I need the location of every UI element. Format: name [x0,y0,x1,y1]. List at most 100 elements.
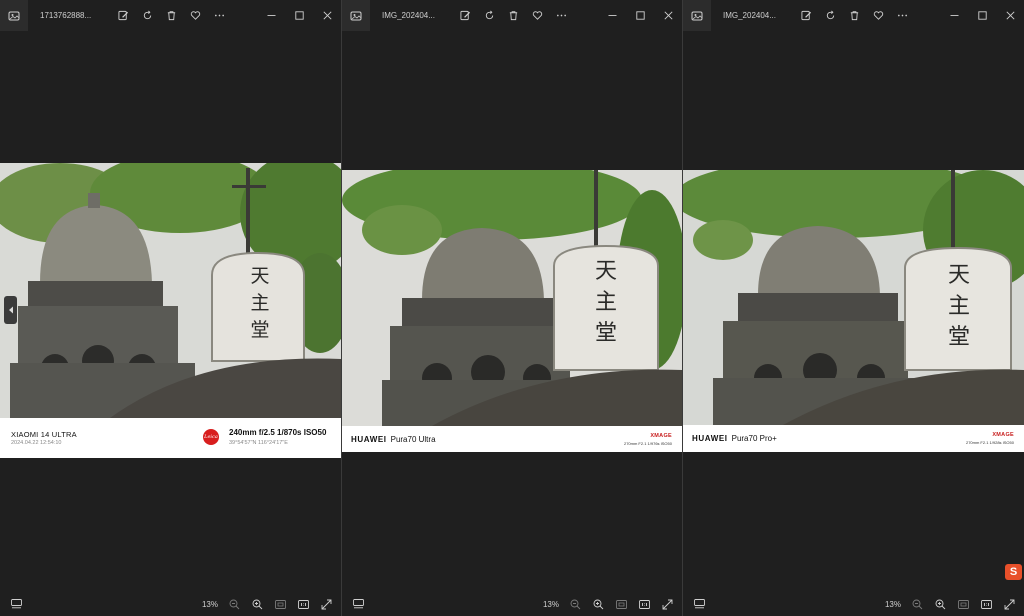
brand-name: HUAWEI [692,434,728,443]
fit-to-window-icon [615,599,627,609]
photo-viewer-window-1: 1713762888... 天主堂 XIAOMI 14 ULTRA 2024.0… [0,0,341,616]
fullscreen-button[interactable] [1002,597,1016,611]
minimize-icon [608,15,616,16]
sign-text: 天主堂 [594,259,617,346]
window-title: IMG_202404... [723,11,776,20]
close-button[interactable] [654,6,682,26]
favorite-button[interactable] [530,8,545,23]
fit-to-window-button[interactable] [614,597,628,611]
maximize-button[interactable] [968,6,996,26]
zoom-out-icon [912,599,922,609]
heart-icon [873,11,884,20]
fullscreen-icon [321,599,331,609]
title-bar[interactable]: 1713762888... [0,0,341,31]
maximize-icon [635,11,645,20]
delete-button[interactable] [847,8,862,23]
rotate-icon [485,10,494,20]
zoom-in-icon [935,599,945,609]
zoom-level[interactable]: 13% [885,600,901,609]
more-icon [557,14,566,17]
close-icon [1005,11,1015,20]
rotate-button[interactable] [823,8,838,23]
favorite-button[interactable] [188,8,203,23]
sign-text: 天主堂 [250,265,270,341]
trash-icon [509,11,518,21]
zoom-in-button[interactable] [933,597,947,611]
photo-viewer-window-3: IMG_202404... 天主堂 HUAWEI Pura70 Pro+ XMA… [683,0,1024,616]
trash-icon [850,11,859,21]
photos-app-icon [683,0,711,31]
xmage-logo: XMAGE [650,433,672,439]
edit-image-icon [801,10,812,21]
delete-button[interactable] [506,8,521,23]
more-button[interactable] [895,8,910,23]
photo-viewer-window-2: IMG_202404... 天主堂 HUAWEI Pura70 Ultra XM… [342,0,682,616]
maximize-icon [977,11,987,20]
photo-image: 天主堂 [0,163,341,418]
zoom-out-button[interactable] [568,597,582,611]
more-button[interactable] [554,8,569,23]
camera-brand: HUAWEI Pura70 Ultra [351,435,436,444]
title-bar[interactable]: IMG_202404... [683,0,1024,31]
actual-size-button[interactable] [296,597,310,611]
rotate-button[interactable] [482,8,497,23]
exif-info: 240mm f/2.5 1/870s ISO50 [229,428,327,437]
close-icon [663,11,673,20]
zoom-out-icon [229,599,239,609]
close-button[interactable] [996,6,1024,26]
favorite-button[interactable] [871,8,886,23]
fit-to-window-icon [274,599,286,609]
photo-image: 天主堂 [683,170,1024,425]
camera-brand: XIAOMI 14 ULTRA [11,430,77,439]
input-method-badge[interactable]: S [1005,564,1022,580]
photos-app-icon [342,0,370,31]
edit-image-icon [118,10,129,21]
minimize-icon [950,15,958,16]
minimize-button[interactable] [257,6,285,26]
maximize-button[interactable] [626,6,654,26]
camera-model: Pura70 Ultra [390,435,436,444]
zoom-level[interactable]: 13% [202,600,218,609]
edit-image-button[interactable] [116,8,131,23]
filmstrip-button[interactable] [353,598,365,610]
fullscreen-button[interactable] [319,597,333,611]
minimize-button[interactable] [940,6,968,26]
filmstrip-button[interactable] [694,598,706,610]
photo-watermark-caption: HUAWEI Pura70 Ultra XMAGE 270mm F2.1 1/97… [342,426,682,452]
more-button[interactable] [212,8,227,23]
close-button[interactable] [313,6,341,26]
rotate-button[interactable] [140,8,155,23]
gps-coordinates: 39°54'57"N 116°24'17"E [229,440,288,446]
previous-image-button[interactable] [4,296,17,324]
previous-image-icon [8,306,13,314]
actual-size-icon [297,599,309,609]
zoom-level[interactable]: 13% [543,600,559,609]
exif-info: 270mm F2.1 1/976s ISO50 [623,441,672,446]
fullscreen-icon [1004,599,1014,609]
filmstrip-icon [11,599,22,609]
fullscreen-button[interactable] [660,597,674,611]
actual-size-button[interactable] [637,597,651,611]
maximize-button[interactable] [285,6,313,26]
zoom-in-button[interactable] [591,597,605,611]
minimize-button[interactable] [598,6,626,26]
maximize-icon [294,11,304,20]
zoom-in-button[interactable] [250,597,264,611]
filmstrip-button[interactable] [11,598,23,610]
fit-to-window-button[interactable] [273,597,287,611]
title-bar[interactable]: IMG_202404... [342,0,682,31]
zoom-out-button[interactable] [910,597,924,611]
filmstrip-icon [353,599,364,609]
fit-to-window-icon [957,599,969,609]
actual-size-button[interactable] [979,597,993,611]
photo-watermark-caption: XIAOMI 14 ULTRA 2024.04.22 12:54:10 Leic… [0,418,341,458]
sign-text: 天主堂 [947,263,970,350]
rotate-icon [826,10,835,20]
delete-button[interactable] [164,8,179,23]
edit-image-button[interactable] [458,8,473,23]
edit-image-icon [460,10,471,21]
zoom-out-button[interactable] [227,597,241,611]
minimize-icon [267,15,275,16]
fit-to-window-button[interactable] [956,597,970,611]
edit-image-button[interactable] [799,8,814,23]
